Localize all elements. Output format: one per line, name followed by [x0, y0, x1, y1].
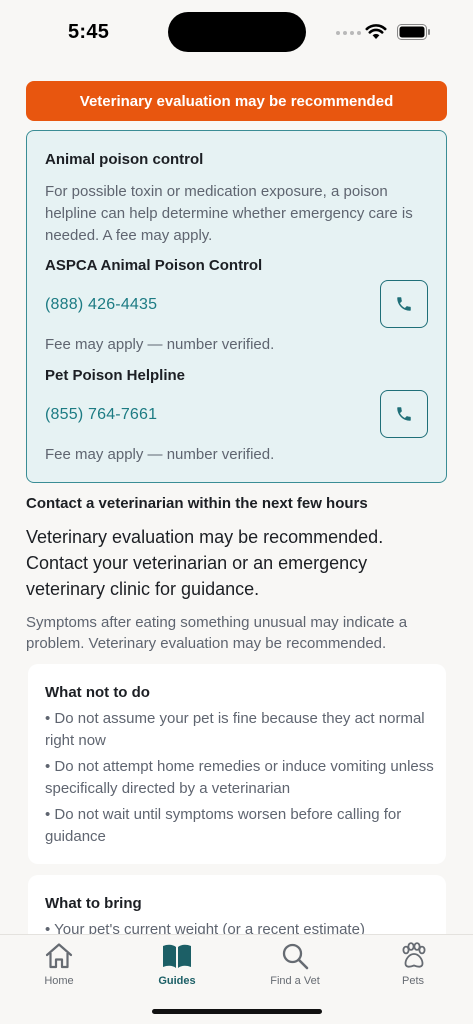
list-item: • Do not assume your pet is fine because…	[45, 710, 425, 749]
tab-label: Guides	[158, 975, 196, 987]
status-bar: 5:45	[0, 0, 473, 64]
guide-scroll-view[interactable]: Veterinary evaluation may be recommended…	[0, 64, 473, 934]
contact-subtext: Symptoms after eating something unusual …	[26, 614, 408, 652]
pet-poison-line-name: Pet Poison Helpline	[45, 367, 186, 384]
tab-label: Pets	[401, 975, 424, 987]
aspca-phone-link[interactable]: (888) 426-4435	[45, 296, 157, 314]
pet-poison-phone-link[interactable]: (855) 764-7661	[45, 406, 157, 424]
home-indicator	[152, 1009, 322, 1014]
poison-card-description: For possible toxin or medication exposur…	[45, 183, 413, 244]
what-to-bring-list: • Your pet's current weight (or a recent…	[45, 919, 435, 934]
dynamic-island	[168, 12, 306, 52]
banner-text: Veterinary evaluation may be recommended	[79, 92, 394, 110]
what-to-bring-card: What to bring • Your pet's current weigh…	[28, 875, 446, 934]
tab-pets[interactable]: Pets	[354, 935, 472, 995]
what-not-to-do-list: • Do not assume your pet is fine because…	[45, 708, 435, 852]
contact-heading: Contact a veterinarian within the next f…	[26, 495, 368, 512]
call-aspca-button[interactable]	[380, 280, 428, 328]
status-time: 5:45	[68, 21, 110, 43]
list-item: • Do not wait until symptoms worsen befo…	[45, 806, 402, 845]
list-item: • Your pet's current weight (or a recent…	[45, 921, 365, 934]
wifi-icon	[365, 24, 387, 39]
magnifier-icon	[282, 943, 309, 970]
poison-control-card: Animal poison control For possible toxin…	[26, 130, 447, 483]
battery-icon	[397, 24, 430, 40]
what-to-bring-title: What to bring	[45, 895, 142, 912]
tab-find-a-vet[interactable]: Find a Vet	[236, 935, 354, 995]
what-not-to-do-title: What not to do	[45, 684, 150, 701]
contact-body: Veterinary evaluation may be recommended…	[26, 527, 384, 599]
book-icon	[163, 944, 191, 968]
call-pet-poison-button[interactable]	[380, 390, 428, 438]
phone-icon	[397, 407, 411, 421]
house-icon	[45, 943, 73, 969]
cellular-signal-icon	[336, 31, 361, 35]
recommendation-banner: Veterinary evaluation may be recommended	[26, 81, 447, 121]
tab-home[interactable]: Home	[0, 935, 118, 995]
tab-label: Home	[44, 975, 74, 987]
tab-guides[interactable]: Guides	[118, 935, 236, 995]
paw-icon	[402, 942, 426, 968]
list-item: • Do not attempt home remedies or induce…	[45, 758, 434, 797]
tab-label: Find a Vet	[270, 975, 320, 987]
pet-poison-fee-note: Fee may apply — number verified.	[45, 446, 275, 463]
aspca-line-name: ASPCA Animal Poison Control	[45, 257, 263, 274]
phone-icon	[397, 297, 411, 311]
poison-card-title: Animal poison control	[45, 151, 204, 168]
what-not-to-do-card: What not to do • Do not assume your pet …	[28, 664, 446, 864]
aspca-fee-note: Fee may apply — number verified.	[45, 336, 275, 353]
